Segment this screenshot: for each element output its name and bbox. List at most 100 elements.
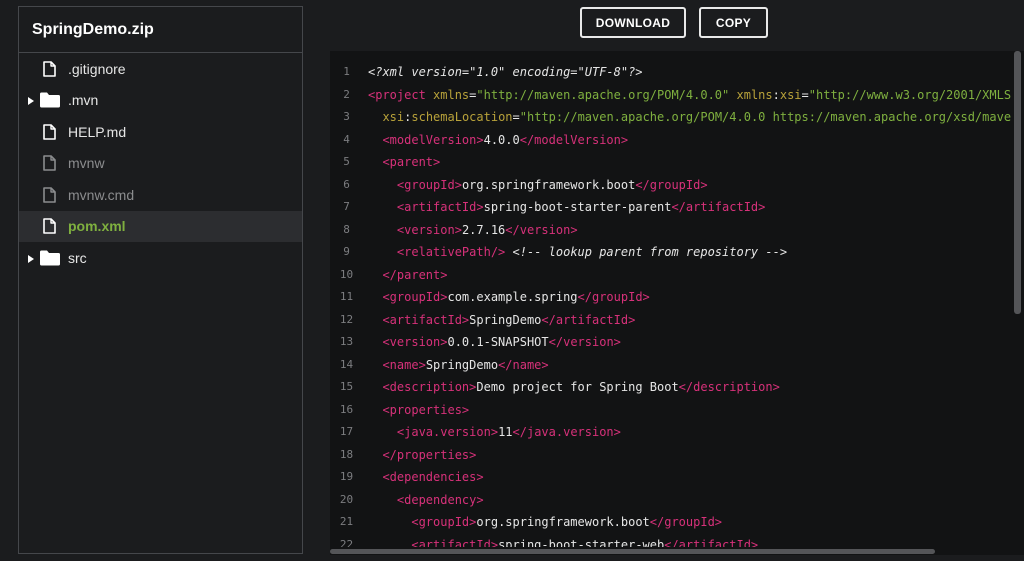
- code-text: <artifactId>SpringDemo</artifactId>: [368, 309, 635, 332]
- horizontal-scrollbar[interactable]: [330, 547, 1011, 555]
- code-token: 2.7.16: [461, 222, 506, 237]
- caret-right-icon[interactable]: [28, 92, 34, 108]
- code-token: <version>: [382, 335, 448, 349]
- code-text: </parent>: [368, 264, 447, 287]
- code-token: </parent>: [382, 267, 448, 282]
- horizontal-scrollbar-thumb[interactable]: [330, 549, 935, 554]
- tree-item-label: src: [68, 249, 87, 266]
- folder-icon: [40, 92, 60, 108]
- line-number: 4: [343, 132, 350, 146]
- code-token: 4.0.0: [483, 132, 520, 147]
- file-icon: [43, 123, 56, 140]
- line-number: 1: [343, 65, 350, 78]
- download-button[interactable]: DOWNLOAD: [580, 7, 686, 38]
- scrollbar-corner: [1011, 547, 1024, 555]
- line-number: 6: [343, 177, 350, 191]
- code-token: <parent>: [382, 155, 441, 169]
- line-number: 11: [339, 290, 354, 303]
- code-text: <dependency>: [368, 489, 484, 512]
- code-token: 0.0.1-SNAPSHOT: [447, 335, 549, 349]
- code-token: <artifactId>: [396, 200, 484, 214]
- code-text: <groupId>com.example.spring</groupId>: [368, 286, 649, 309]
- code-viewer[interactable]: 1 <?xml version="1.0" encoding="UTF-8"?> 2…: [330, 51, 1024, 555]
- line-number: 17: [339, 425, 354, 438]
- code-token: org.springframework.boot: [476, 515, 650, 529]
- tree-item-label: HELP.md: [68, 123, 127, 140]
- code-token: <description>: [382, 380, 477, 394]
- code-token: <groupId>: [396, 177, 462, 192]
- code-text: <artifactId>spring-boot-starter-parent</…: [368, 196, 765, 219]
- code-token: <groupId>: [382, 290, 448, 304]
- file-item[interactable]: pom.xml: [19, 210, 302, 242]
- code-text: <version>2.7.16</version>: [368, 219, 578, 242]
- code-text: <java.version>11</java.version>: [368, 421, 621, 444]
- file-item[interactable]: HELP.md: [19, 116, 302, 148]
- code-text: <groupId>org.springframework.boot</group…: [368, 511, 722, 534]
- line-number: 12: [339, 312, 354, 326]
- line-number: 18: [339, 447, 354, 461]
- vertical-scrollbar-thumb[interactable]: [1014, 51, 1021, 314]
- code-token: "http://www.w3.org/2001/XMLSchema-instan…: [808, 87, 1024, 102]
- code-token: <name>: [382, 357, 426, 372]
- caret-right-icon[interactable]: [28, 250, 34, 266]
- code-token: <groupId>: [411, 515, 477, 529]
- code-text: <properties>: [368, 399, 469, 422]
- code-text: <description>Demo project for Spring Boo…: [368, 376, 779, 399]
- code-token: =: [512, 110, 520, 124]
- line-number: 20: [339, 492, 354, 506]
- archive-title: SpringDemo.zip: [19, 7, 302, 53]
- code-token: schemaLocation: [411, 110, 513, 124]
- line-number: 7: [343, 200, 350, 213]
- code-token: <properties>: [382, 402, 470, 417]
- code-token: </version>: [548, 335, 621, 349]
- folder-item[interactable]: .mvn: [19, 85, 302, 117]
- folder-item[interactable]: src: [19, 242, 302, 274]
- file-item[interactable]: mvnw: [19, 148, 302, 180]
- code-text: <dependencies>: [368, 466, 483, 489]
- code-token: xsi: [382, 110, 405, 124]
- copy-button[interactable]: COPY: [699, 7, 768, 38]
- line-number: 16: [339, 402, 354, 416]
- file-icon: [43, 155, 56, 172]
- code-text: <relativePath/> <!-- lookup parent from …: [368, 241, 787, 264]
- file-icon: [43, 60, 56, 77]
- line-number: 21: [339, 515, 354, 528]
- line-number: 19: [339, 470, 354, 483]
- folder-icon: [40, 250, 60, 266]
- file-icon: [43, 218, 56, 235]
- code-token: <?xml version="1.0" encoding="UTF-8"?>: [368, 65, 643, 79]
- code-text: <project xmlns = "http://maven.apache.org/…: [368, 84, 1024, 107]
- tree-item-label: pom.xml: [68, 218, 126, 235]
- code-text: <parent>: [368, 151, 440, 174]
- code-token: </java.version>: [512, 425, 621, 439]
- file-icon: [43, 186, 56, 203]
- code-token: <version>: [396, 222, 462, 237]
- code-text: <version>0.0.1-SNAPSHOT</version>: [368, 331, 621, 354]
- file-item[interactable]: mvnw.cmd: [19, 179, 302, 211]
- code-token: <modelVersion>: [382, 132, 484, 147]
- code-text: </properties>: [368, 444, 476, 467]
- vertical-scrollbar[interactable]: [1011, 51, 1024, 555]
- code-token: </version>: [505, 222, 578, 237]
- code-token: SpringDemo: [469, 312, 542, 327]
- file-item[interactable]: .gitignore: [19, 53, 302, 85]
- code-token: <artifactId>: [382, 312, 470, 327]
- line-number: 13: [339, 335, 354, 348]
- code-token: xsi: [779, 87, 802, 102]
- line-number: 9: [343, 245, 350, 258]
